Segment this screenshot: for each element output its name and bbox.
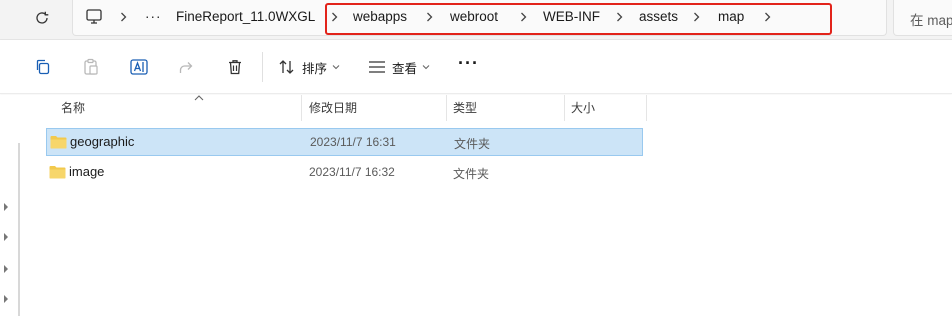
copy-icon [36, 59, 50, 75]
this-pc-icon[interactable] [85, 7, 103, 25]
search-placeholder: 在 map [910, 13, 952, 28]
search-input[interactable]: 在 map [893, 0, 952, 36]
more-locations-button[interactable]: ··· [145, 8, 162, 26]
toolbar-divider [262, 52, 263, 82]
address-row: ··· FineReport_11.0WXGL webapps webroot … [0, 0, 952, 40]
sort-icon [279, 60, 294, 74]
column-divider[interactable] [564, 95, 565, 121]
trash-icon [229, 60, 241, 75]
folder-icon [50, 136, 67, 149]
column-divider[interactable] [646, 95, 647, 121]
breadcrumb-finereport[interactable]: FineReport_11.0WXGL [176, 8, 315, 26]
view-button[interactable]: 查看 [368, 56, 430, 78]
file-modified-date: 2023/11/7 16:32 [309, 165, 395, 179]
chevron-down-icon [332, 65, 340, 70]
sort-label: 排序 [302, 61, 328, 76]
paste-icon [84, 58, 98, 75]
more-options-button[interactable]: ··· [458, 52, 479, 74]
expand-arrow-icon[interactable] [3, 295, 9, 303]
column-divider[interactable] [446, 95, 447, 121]
copy-button[interactable] [34, 56, 52, 78]
share-button[interactable] [178, 56, 196, 78]
delete-button[interactable] [226, 56, 244, 78]
file-row-geographic[interactable]: geographic 2023/11/7 16:31 文件夹 [46, 128, 643, 156]
expand-arrow-icon[interactable] [3, 265, 9, 273]
sort-ascending-icon [194, 95, 204, 101]
paste-button[interactable] [82, 56, 100, 78]
share-icon [179, 62, 193, 73]
highlight-annotation-box [325, 3, 832, 35]
chevron-right-icon[interactable] [117, 8, 129, 26]
file-type: 文件夹 [454, 137, 491, 151]
file-name: geographic [70, 134, 135, 149]
expand-arrow-icon[interactable] [3, 233, 9, 241]
column-header-name[interactable]: 名称 [61, 95, 85, 121]
command-bar: 排序 查看 ··· [0, 40, 952, 94]
sort-button[interactable]: 排序 [278, 56, 340, 78]
file-name: image [69, 164, 105, 179]
refresh-icon[interactable] [30, 6, 54, 30]
column-header-size[interactable]: 大小 [571, 95, 595, 121]
expand-arrow-icon[interactable] [3, 203, 9, 211]
folder-icon [49, 166, 66, 179]
file-modified-date: 2023/11/7 16:31 [310, 135, 396, 149]
rename-icon [130, 59, 148, 75]
file-list: 名称 修改日期 类型 大小 geographic 2023/11/7 16:31… [22, 95, 952, 316]
view-label: 查看 [392, 61, 418, 76]
column-divider[interactable] [301, 95, 302, 121]
view-icon [369, 61, 385, 73]
navigation-pane-border [18, 143, 20, 316]
navigation-pane [0, 95, 22, 316]
column-header-type[interactable]: 类型 [453, 95, 477, 121]
file-row-image[interactable]: image 2023/11/7 16:32 文件夹 [46, 159, 643, 187]
chevron-down-icon [422, 65, 430, 70]
column-header-modified[interactable]: 修改日期 [309, 95, 357, 121]
rename-button[interactable] [130, 56, 150, 78]
file-type: 文件夹 [453, 167, 490, 181]
